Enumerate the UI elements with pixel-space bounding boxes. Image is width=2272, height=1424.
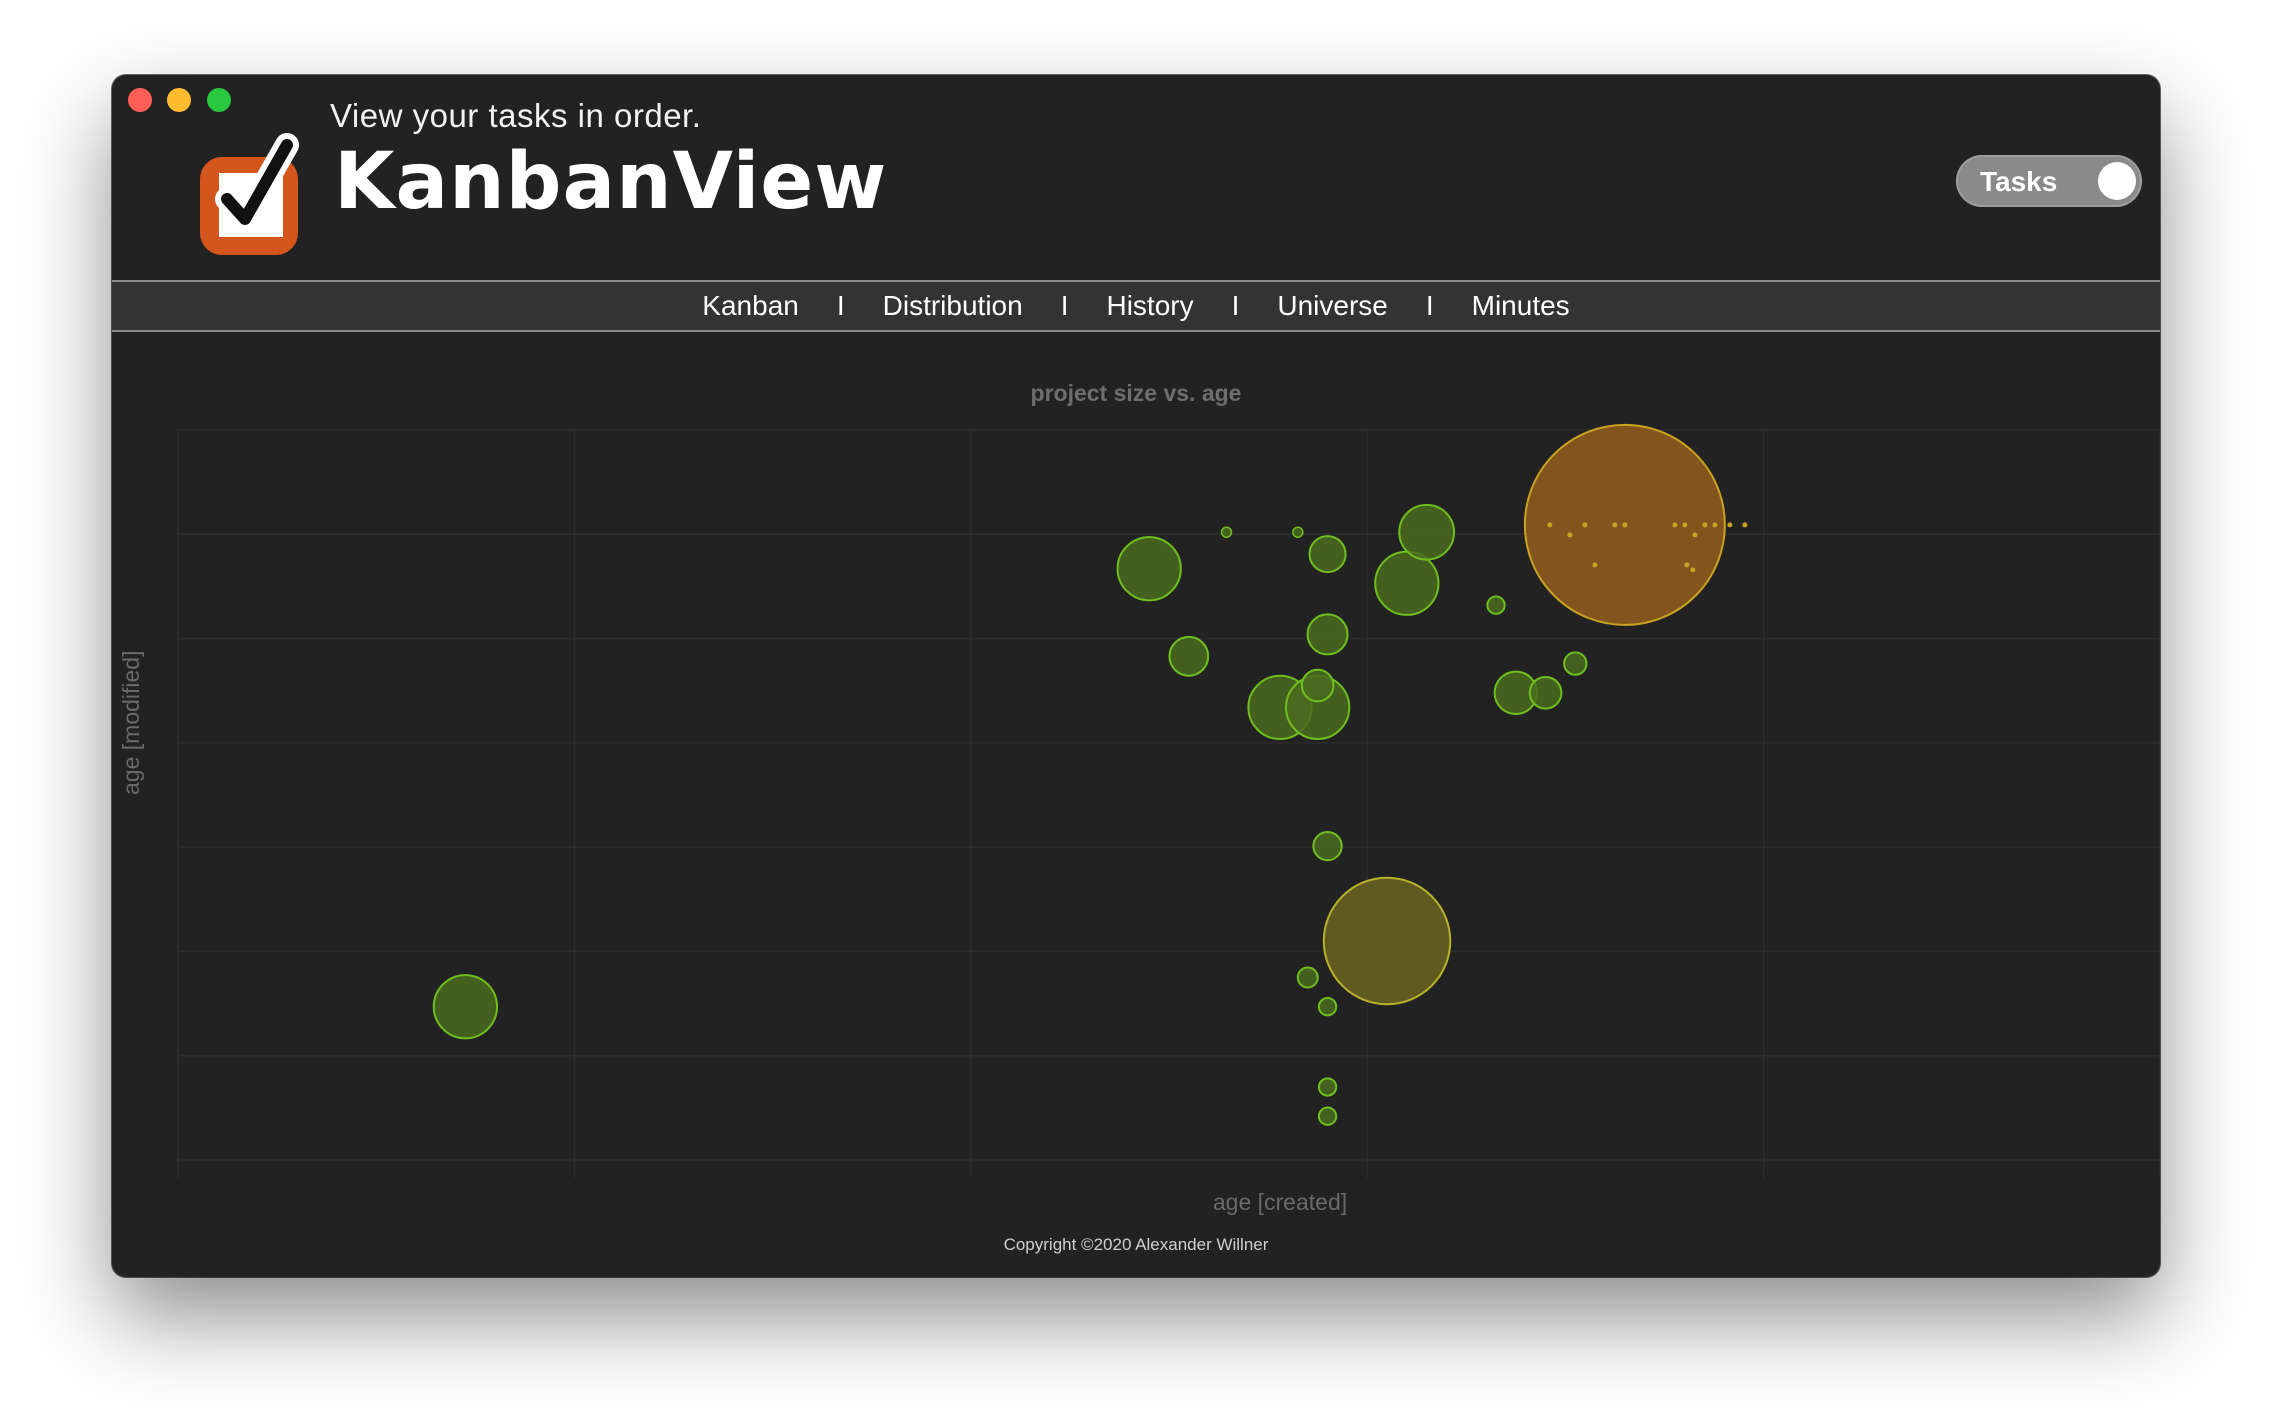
project-bubble[interactable] xyxy=(1306,613,1349,656)
project-bubble[interactable] xyxy=(1220,526,1233,538)
task-dot[interactable] xyxy=(1567,532,1573,538)
task-dot[interactable] xyxy=(1622,522,1628,528)
task-dot[interactable] xyxy=(1742,522,1748,528)
project-bubble[interactable] xyxy=(1300,668,1335,703)
task-dot[interactable] xyxy=(1690,567,1696,573)
task-dot[interactable] xyxy=(1727,522,1733,528)
task-dot[interactable] xyxy=(1692,532,1698,538)
project-bubble[interactable] xyxy=(1317,1077,1338,1097)
task-dot[interactable] xyxy=(1672,522,1678,528)
project-bubble[interactable] xyxy=(1398,503,1456,561)
project-bubble[interactable] xyxy=(1308,535,1347,574)
project-bubble[interactable] xyxy=(432,974,499,1040)
task-dot[interactable] xyxy=(1702,522,1708,528)
task-dot[interactable] xyxy=(1682,522,1688,528)
project-bubble[interactable] xyxy=(1296,966,1319,989)
project-bubble[interactable] xyxy=(1486,595,1506,615)
project-bubble[interactable] xyxy=(1563,651,1588,676)
project-bubble[interactable] xyxy=(1292,526,1304,538)
project-bubble[interactable] xyxy=(1374,550,1440,616)
project-bubble[interactable] xyxy=(1317,997,1338,1017)
project-bubble[interactable] xyxy=(1317,1106,1338,1126)
task-dot[interactable] xyxy=(1712,522,1718,528)
copyright-text: Copyright ©2020 Alexander Willner xyxy=(1003,1235,1269,1254)
project-bubble[interactable] xyxy=(1528,675,1563,710)
project-bubble[interactable] xyxy=(1312,830,1343,862)
task-dot[interactable] xyxy=(1582,522,1588,528)
task-dot[interactable] xyxy=(1684,562,1690,568)
project-bubble[interactable] xyxy=(1116,536,1182,602)
task-dot[interactable] xyxy=(1612,522,1618,528)
task-dot[interactable] xyxy=(1547,522,1553,528)
app-window: View your tasks in order. KanbanView Tas… xyxy=(112,75,2160,1277)
y-axis-label: age [modified] xyxy=(118,650,144,795)
project-bubble[interactable] xyxy=(1168,635,1210,677)
project-bubble[interactable] xyxy=(1322,876,1452,1006)
task-dot[interactable] xyxy=(1592,562,1598,568)
x-axis-label: age [created] xyxy=(1212,1189,1348,1215)
bubble-chart xyxy=(177,423,2160,1178)
